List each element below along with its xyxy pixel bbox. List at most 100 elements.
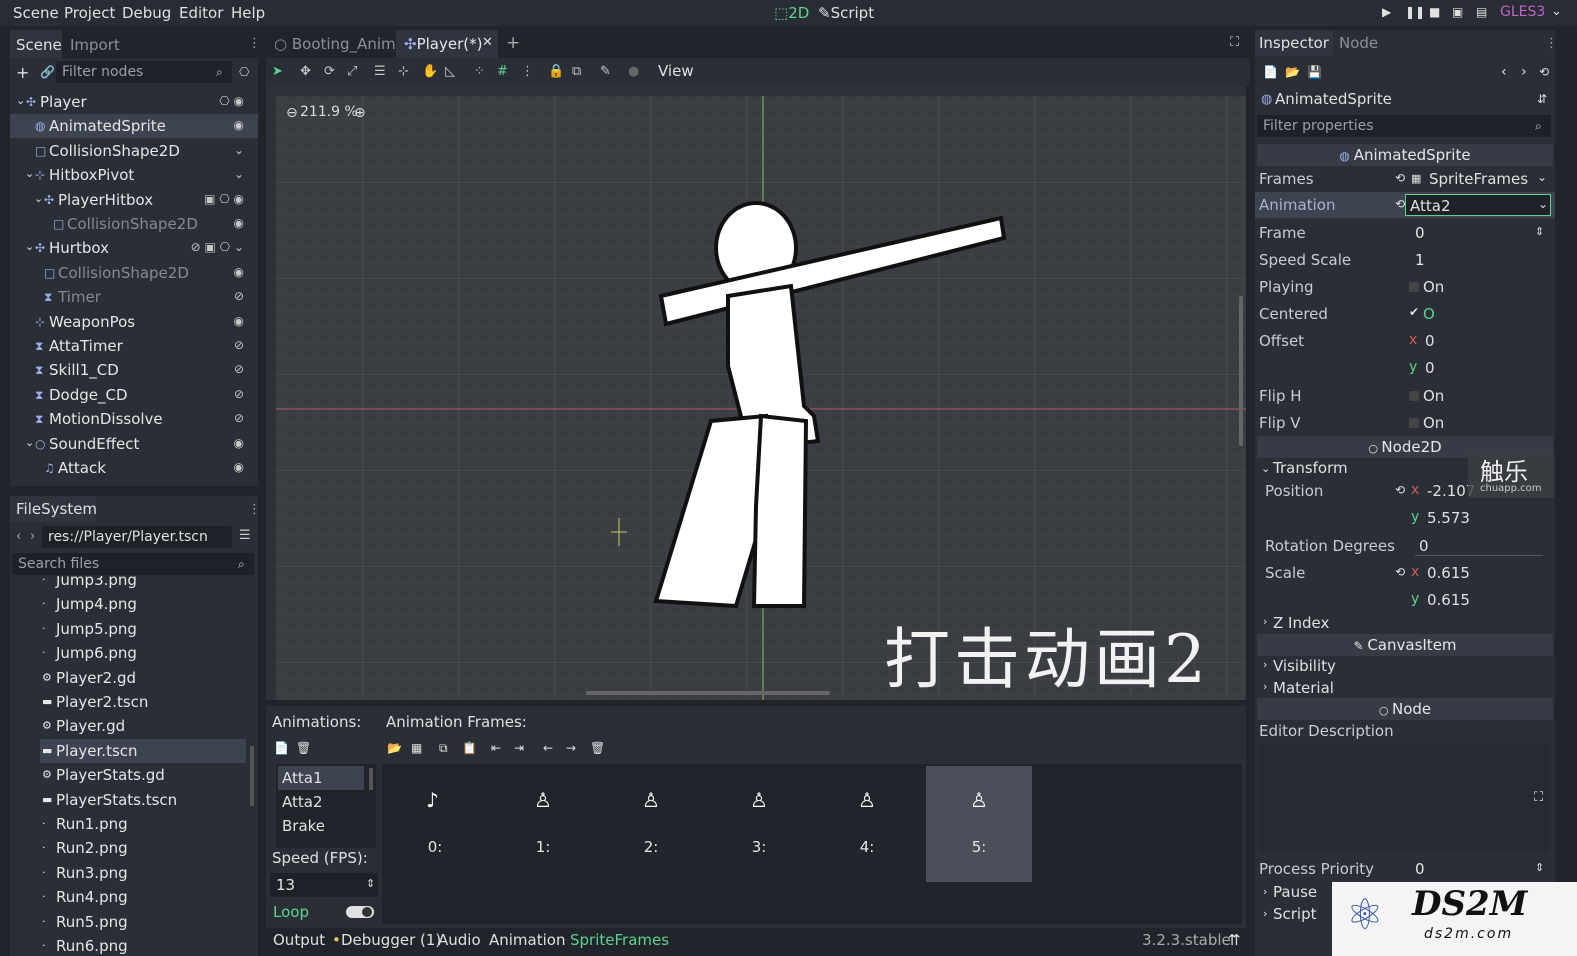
save-icon[interactable]: 💾 <box>1307 65 1322 79</box>
filter-properties-input[interactable]: Filter properties <box>1257 115 1551 137</box>
spinner-icon[interactable]: ⇕ <box>1535 861 1544 874</box>
copy-icon[interactable]: ⧉ <box>439 741 448 756</box>
tab-filesystem[interactable]: FileSystem <box>10 496 97 522</box>
file-item[interactable]: · Run5.png <box>40 910 246 934</box>
history-icon[interactable]: ⟲ <box>1539 65 1549 79</box>
file-item[interactable]: · Run1.png <box>40 812 246 836</box>
revert-icon[interactable]: ⟲ <box>1395 171 1405 185</box>
grid-snap-icon[interactable]: # <box>497 64 508 79</box>
path-field[interactable]: res://Player/Player.tscn <box>42 526 232 548</box>
tree-item[interactable]: ⌄ ⊹ HitboxPivot ⌄ <box>10 163 258 187</box>
mode-script-button[interactable]: ✎Script <box>818 4 874 22</box>
history-forward-icon[interactable]: › <box>1521 64 1527 80</box>
tree-item[interactable]: □ CollisionShape2D ⌄ <box>10 139 258 163</box>
visibility-icon[interactable]: ▣ ⎔ ◉ <box>204 192 244 206</box>
file-item[interactable]: ▬ PlayerStats.tscn <box>40 788 246 812</box>
paste-icon[interactable]: 📋 <box>462 741 477 755</box>
visibility-icon[interactable]: ⊘ ▣ ⎔ ⌄ <box>191 240 244 254</box>
animation-item[interactable]: Brake <box>278 814 364 838</box>
viewport[interactable]: ⊖ 211.9 % ⊕ 打击动画2 <box>266 86 1246 700</box>
revert-icon[interactable]: ⟲ <box>1395 565 1405 579</box>
pivot-tool-icon[interactable]: ⊹ <box>398 64 409 79</box>
tab-spriteframes[interactable]: SpriteFrames <box>570 931 669 949</box>
tree-item[interactable]: ⌄ ✣ Hurtbox ⊘ ▣ ⎔ ⌄ <box>10 236 258 260</box>
pause-section[interactable]: Pause <box>1273 883 1317 901</box>
chevron-down-icon[interactable]: ⌄ <box>25 240 34 253</box>
tree-item[interactable]: ⌄ ✣ PlayerHitbox ▣ ⎔ ◉ <box>10 188 258 212</box>
zoom-level[interactable]: 211.9 % <box>300 104 358 120</box>
position-y-input[interactable]: 5.573 <box>1427 509 1470 527</box>
bone-icon[interactable]: ✎ <box>600 64 611 79</box>
visibility-icon[interactable]: ◉ <box>234 436 244 450</box>
more-icon[interactable]: ⋮ <box>248 36 261 51</box>
lock-icon[interactable]: 🔒 <box>548 64 564 79</box>
menu-help[interactable]: Help <box>231 4 265 22</box>
visibility-icon[interactable]: ⊘ <box>234 362 244 376</box>
animation-item[interactable]: Atta1 <box>278 766 364 790</box>
group-icon[interactable]: ⧉ <box>572 64 581 79</box>
snap-icon[interactable]: ⁘ <box>474 64 485 79</box>
chevron-right-icon[interactable]: › <box>1263 885 1267 898</box>
menu-debug[interactable]: Debug <box>122 4 171 22</box>
loop-toggle[interactable] <box>346 906 374 918</box>
move-tool-icon[interactable]: ✥ <box>300 64 311 79</box>
file-item[interactable]: · Jump6.png <box>40 641 246 665</box>
menu-project[interactable]: Project <box>64 4 115 22</box>
load-icon[interactable]: 📂 <box>1285 65 1300 79</box>
list-tool-icon[interactable]: ☰ <box>374 64 386 79</box>
chevron-right-icon[interactable]: › <box>1263 907 1267 920</box>
offset-y-input[interactable]: 0 <box>1425 359 1435 377</box>
object-menu-icon[interactable]: ⇵ <box>1537 92 1547 106</box>
search-files-input[interactable]: Search files <box>12 553 254 575</box>
expand-icon[interactable]: ⛶ <box>1534 790 1543 805</box>
close-icon[interactable]: ✕ <box>482 35 493 50</box>
frame-cell[interactable]: ♙ 4: <box>814 766 920 882</box>
transform-section[interactable]: Transform <box>1273 459 1348 477</box>
revert-icon[interactable]: ⟲ <box>1395 483 1405 497</box>
file-item[interactable]: · Jump3.png <box>40 576 246 592</box>
load-icon[interactable]: 📂 <box>387 741 402 755</box>
file-item[interactable]: · Run6.png <box>40 934 246 956</box>
scale-tool-icon[interactable]: ⤢ <box>347 64 357 79</box>
back-icon[interactable]: ‹ <box>16 529 21 544</box>
tab-scene[interactable]: Scene <box>10 30 62 58</box>
tree-item[interactable]: □ CollisionShape2D ◉ <box>10 261 258 285</box>
insert-before-icon[interactable]: ⇤ <box>491 741 501 755</box>
visibility-icon[interactable]: ⊘ <box>234 411 244 425</box>
rotate-tool-icon[interactable]: ⟳ <box>324 64 335 79</box>
frame-cell[interactable]: ♪ 0: <box>382 766 488 882</box>
tab-booting-anime[interactable]: ○ Booting_Anime <box>274 35 405 53</box>
tab-inspector[interactable]: Inspector <box>1255 30 1333 56</box>
chevron-down-icon[interactable]: ⌄ <box>25 436 34 449</box>
tree-item[interactable]: ◍ AnimatedSprite ◉ <box>10 114 258 139</box>
rotation-slider[interactable] <box>1415 555 1543 556</box>
checkmark-icon[interactable]: ✔ <box>1409 305 1419 319</box>
add-tab-icon[interactable]: + <box>506 33 520 53</box>
frames-resource[interactable]: SpriteFrames <box>1429 170 1528 188</box>
visibility-icon[interactable]: ⊘ <box>234 289 244 303</box>
chevron-down-icon[interactable]: ⌄ <box>1261 462 1270 475</box>
file-item[interactable]: · Run4.png <box>40 885 246 909</box>
tree-item[interactable]: ⧗ MotionDissolve ⊘ <box>10 407 258 431</box>
chevron-down-icon[interactable]: ⌄ <box>1551 4 1562 19</box>
tree-item[interactable]: ⌄ ✣ Player ⎔ ◉ <box>10 90 258 114</box>
speed-input[interactable]: 13 <box>270 873 378 897</box>
zoom-out-icon[interactable]: ⊖ <box>286 105 298 121</box>
tab-audio[interactable]: Audio <box>438 931 481 949</box>
move-left-icon[interactable]: ← <box>543 741 553 755</box>
spinner-icon[interactable]: ⇕ <box>1535 225 1544 238</box>
frame-cell[interactable]: ♙ 2: <box>598 766 704 882</box>
tab-debugger[interactable]: Debugger (1) <box>341 931 441 949</box>
file-item[interactable]: ⚙ Player2.gd <box>40 666 246 690</box>
renderer-button[interactable]: GLES3 <box>1500 4 1545 20</box>
tree-item[interactable]: ⌄ ○ SoundEffect ◉ <box>10 432 258 456</box>
visibility-icon[interactable]: ◉ <box>234 265 244 279</box>
animation-select[interactable]: Atta2 ⌄ <box>1405 194 1551 216</box>
tree-item[interactable]: □ CollisionShape2D ◉ <box>10 212 258 236</box>
snap-options-icon[interactable]: ⋮ <box>521 64 534 79</box>
pan-tool-icon[interactable]: ✋ <box>422 64 438 79</box>
visibility-icon[interactable]: ⊘ <box>234 387 244 401</box>
scale-y-input[interactable]: 0.615 <box>1427 591 1470 609</box>
tree-item[interactable]: ⧗ Skill1_CD ⊘ <box>10 358 258 382</box>
select-tool-icon[interactable]: ➤ <box>272 64 283 79</box>
